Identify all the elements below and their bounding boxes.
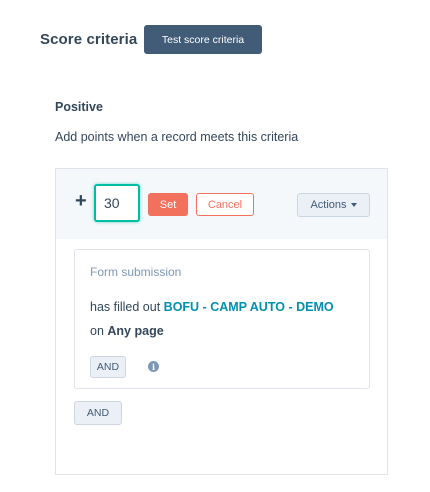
header: Score criteria <box>40 24 137 54</box>
test-score-criteria-button[interactable]: Test score criteria <box>144 25 262 54</box>
plus-icon: + <box>75 190 87 212</box>
filter-description: has filled out BOFU - CAMP AUTO - DEMO <box>90 300 334 314</box>
actions-dropdown-button[interactable]: Actions <box>297 193 370 217</box>
section-heading: Positive <box>55 100 103 114</box>
filter-page-line: on Any page <box>90 324 164 338</box>
page-value: Any page <box>107 324 164 338</box>
add-and-group-button[interactable]: AND <box>74 401 122 425</box>
info-icon[interactable]: i <box>148 361 159 372</box>
page-title: Score criteria <box>40 30 138 48</box>
caret-down-icon <box>350 203 357 207</box>
actions-label: Actions <box>310 199 347 211</box>
criteria-panel: + Set Cancel Actions Form submission has… <box>55 168 388 475</box>
form-name-link[interactable]: BOFU - CAMP AUTO - DEMO <box>164 300 334 314</box>
section-description: Add points when a record meets this crit… <box>55 130 299 144</box>
criteria-type-label: Form submission <box>90 265 182 279</box>
cancel-button[interactable]: Cancel <box>196 193 254 216</box>
filter-prefix: has filled out <box>90 300 161 314</box>
and-button[interactable]: AND <box>90 356 126 378</box>
filter-on-text: on <box>90 324 104 338</box>
criteria-card[interactable]: Form submission has filled out BOFU - CA… <box>74 249 370 389</box>
points-input[interactable] <box>94 184 140 222</box>
points-editor-bar: + Set Cancel Actions <box>56 169 387 239</box>
set-button[interactable]: Set <box>148 193 188 216</box>
